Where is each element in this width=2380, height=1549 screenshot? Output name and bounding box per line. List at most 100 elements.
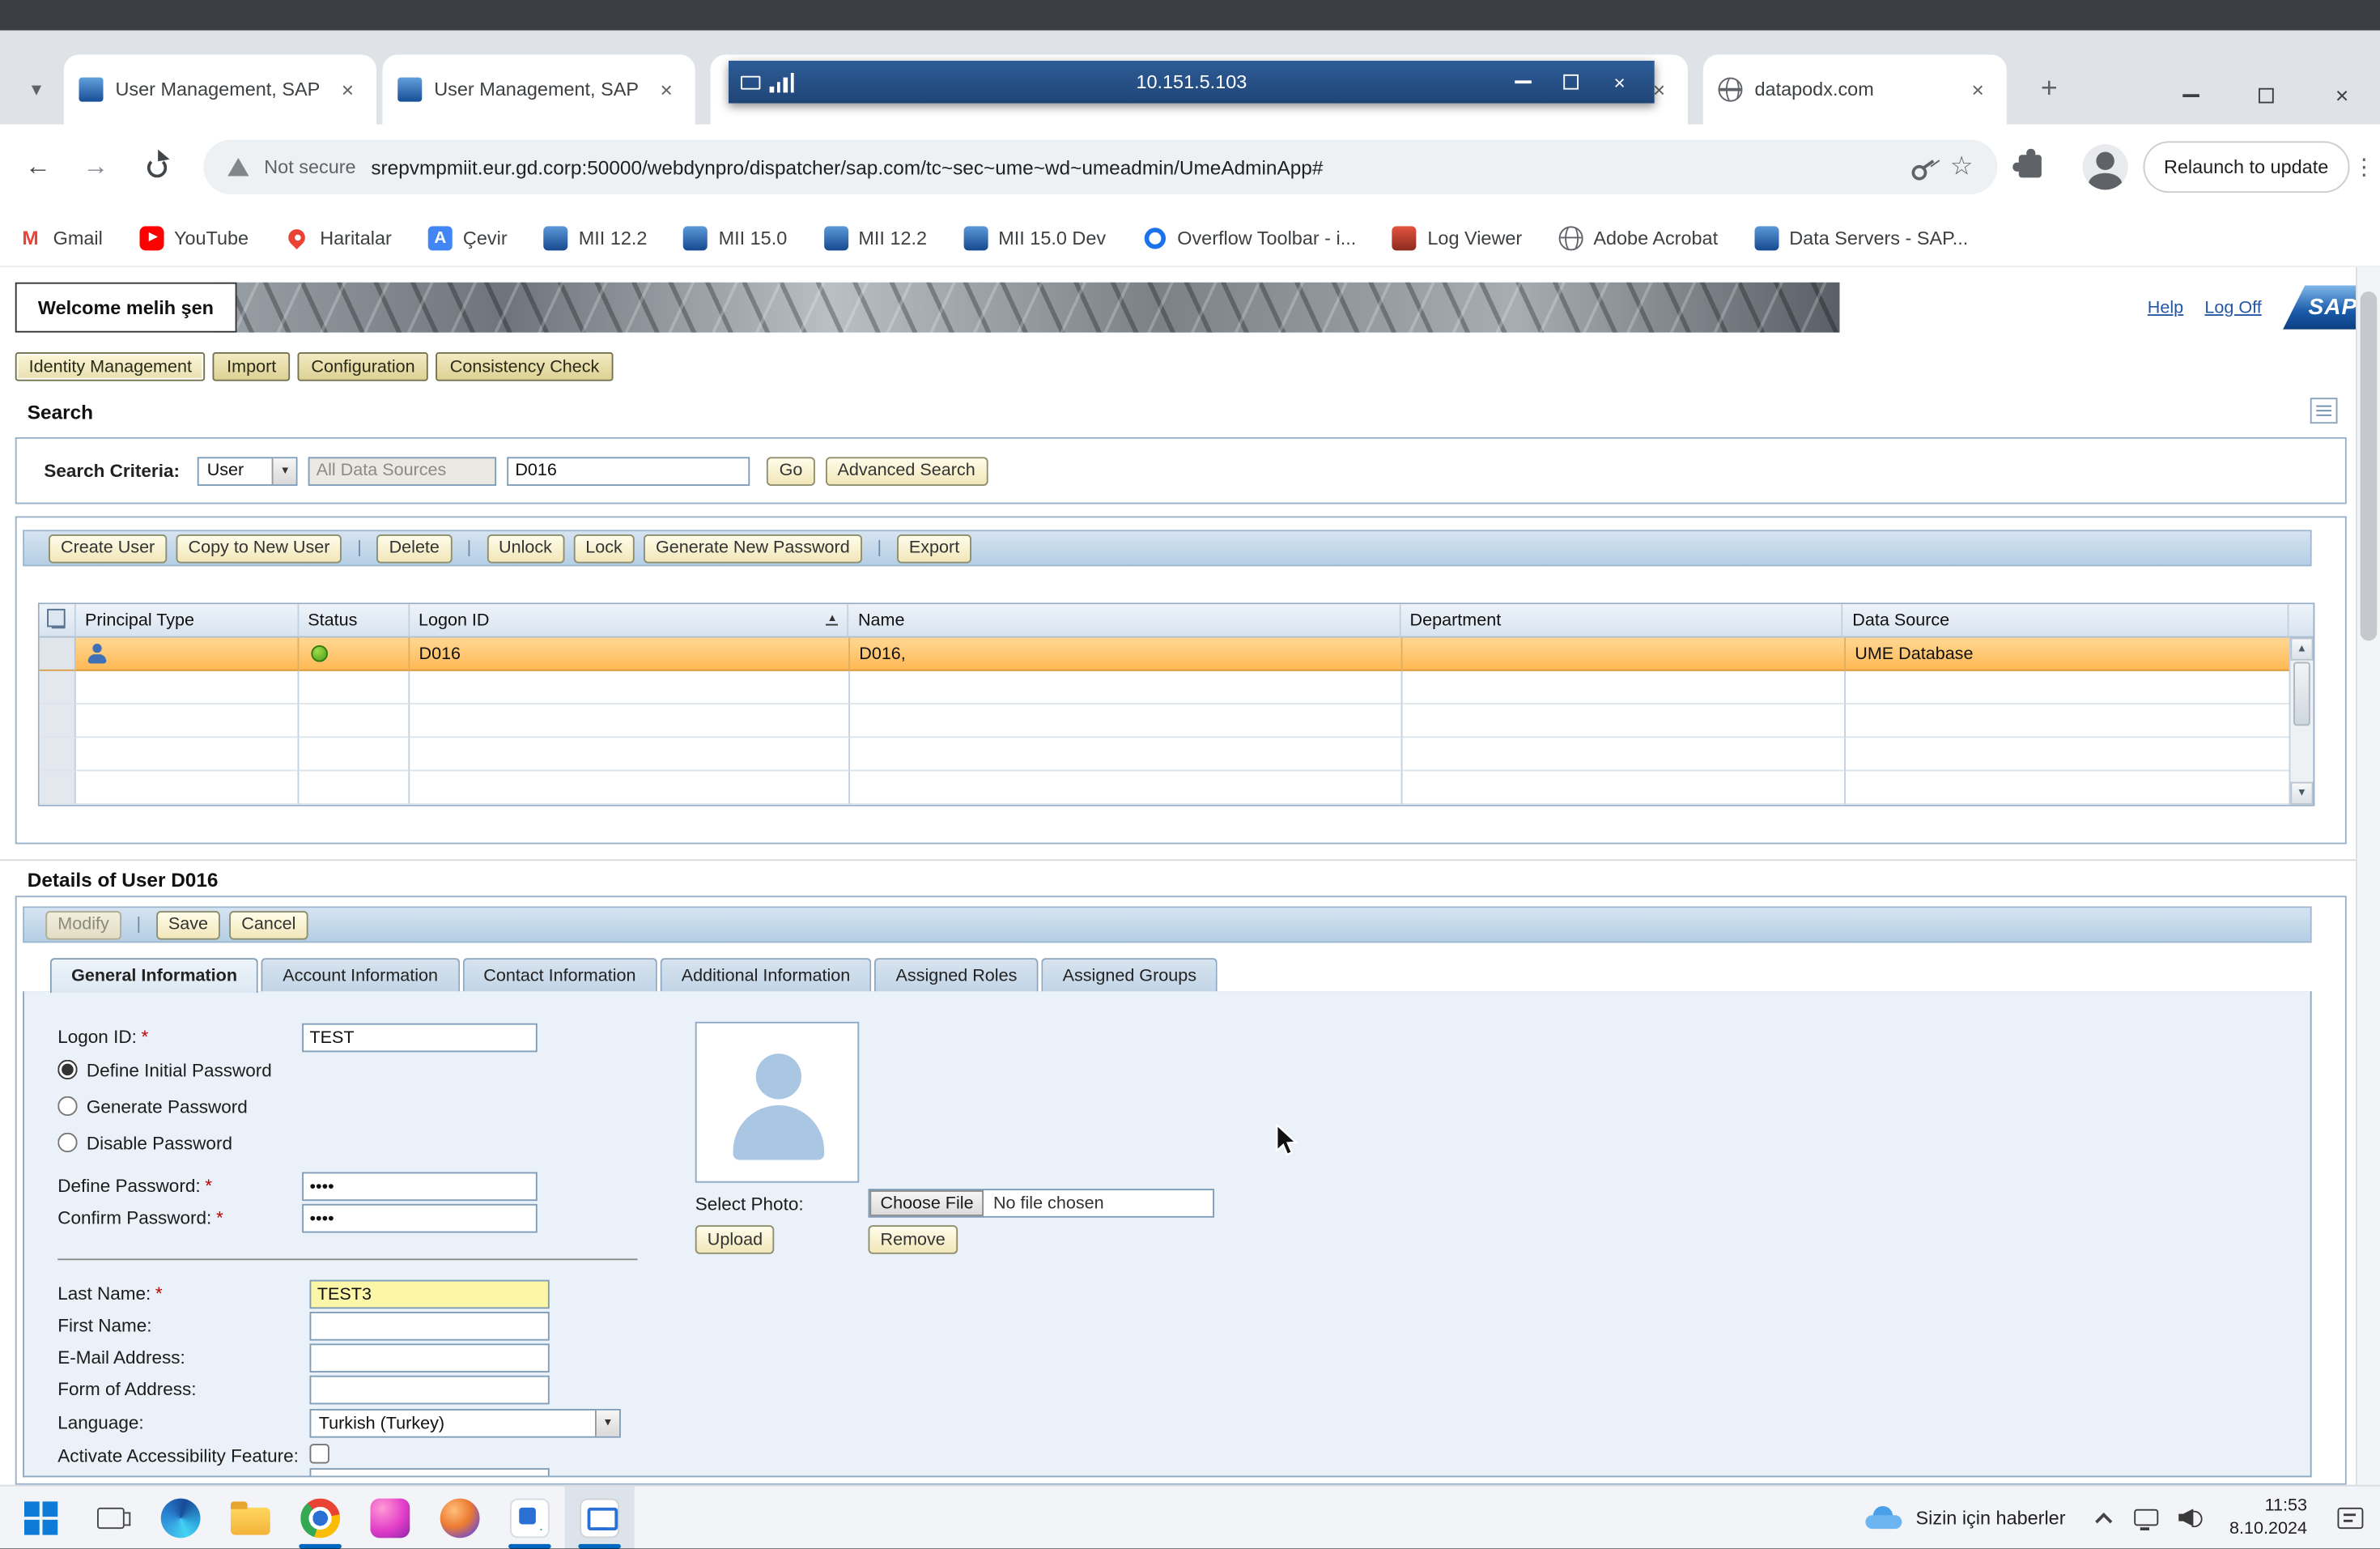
delete-button[interactable]: Delete: [377, 534, 452, 563]
mirror-window-titlebar[interactable]: 10.151.5.103 ×: [729, 61, 1655, 104]
forward-button[interactable]: →: [70, 141, 121, 193]
task-view-button[interactable]: [76, 1487, 146, 1549]
app-button-blue[interactable]: [495, 1487, 564, 1549]
bookmark-maps[interactable]: Haritalar: [285, 225, 392, 249]
start-button[interactable]: [6, 1487, 76, 1549]
unlock-button[interactable]: Unlock: [487, 534, 564, 563]
copy-to-new-user-button[interactable]: Copy to New User: [176, 534, 342, 563]
tab-general-information[interactable]: General Information: [50, 958, 258, 993]
advanced-search-button[interactable]: Advanced Search: [825, 456, 987, 485]
tab-assigned-roles[interactable]: Assigned Roles: [874, 958, 1038, 991]
extensions-icon[interactable]: [2019, 155, 2042, 177]
photo-file-input[interactable]: Choose File No file chosen: [869, 1189, 1215, 1218]
tab-assigned-groups[interactable]: Assigned Groups: [1041, 958, 1218, 991]
last-name-input[interactable]: [310, 1280, 550, 1309]
column-principal-type[interactable]: Principal Type: [76, 604, 299, 637]
close-button[interactable]: ×: [2304, 61, 2380, 130]
row-selector-cell[interactable]: [40, 638, 76, 671]
maximize-button[interactable]: [2229, 61, 2305, 130]
create-user-button[interactable]: Create User: [49, 534, 167, 563]
page-scrollbar[interactable]: [2356, 267, 2380, 1485]
taskbar-clock[interactable]: 11:53 8.10.2024: [2214, 1495, 2322, 1540]
mirror-close-button[interactable]: ×: [1597, 66, 1643, 99]
bookmark-star-icon[interactable]: ☆: [1950, 152, 1974, 183]
define-password-input[interactable]: [302, 1172, 538, 1202]
search-type-select[interactable]: User ▼: [198, 456, 298, 485]
news-widget[interactable]: Sizin için haberler: [1847, 1487, 2084, 1549]
select-all-cell[interactable]: [40, 604, 76, 637]
bookmark-mii122[interactable]: MII 12.2: [544, 225, 648, 249]
screen-mirror-button[interactable]: [565, 1487, 635, 1549]
bookmark-acrobat[interactable]: Adobe Acrobat: [1558, 225, 1718, 249]
minimize-button[interactable]: [2153, 61, 2229, 130]
column-data-source[interactable]: Data Source: [1843, 604, 2289, 637]
nav-tab-configuration[interactable]: Configuration: [298, 352, 429, 381]
edge-button[interactable]: [146, 1487, 215, 1549]
action-center-button[interactable]: [2323, 1487, 2378, 1549]
browser-tab-2[interactable]: User Management, SAP ×: [383, 55, 695, 125]
logon-id-input[interactable]: [302, 1023, 538, 1053]
define-initial-password-radio[interactable]: [57, 1060, 77, 1079]
app-button-pink[interactable]: [355, 1487, 425, 1549]
upload-button[interactable]: Upload: [695, 1225, 775, 1254]
go-button[interactable]: Go: [767, 456, 815, 485]
chrome-button[interactable]: [286, 1487, 355, 1549]
file-explorer-button[interactable]: [215, 1487, 285, 1549]
email-input[interactable]: [310, 1343, 550, 1372]
search-query-input[interactable]: [508, 456, 750, 485]
disable-password-radio[interactable]: [57, 1133, 77, 1152]
scrollbar-thumb[interactable]: [2361, 292, 2378, 640]
choose-file-button[interactable]: Choose File: [869, 1190, 984, 1216]
mirror-maximize-button[interactable]: [1549, 66, 1594, 99]
scroll-down-icon[interactable]: ▼: [2290, 782, 2313, 805]
tab-contact-information[interactable]: Contact Information: [462, 958, 657, 991]
remove-button[interactable]: Remove: [869, 1225, 958, 1254]
address-bar[interactable]: Not secure srepvmpmiit.eur.gd.corp:50000…: [203, 140, 1997, 195]
generate-new-password-button[interactable]: Generate New Password: [644, 534, 862, 563]
generate-password-radio[interactable]: [57, 1096, 77, 1116]
column-status[interactable]: Status: [299, 604, 410, 637]
bookmark-translate[interactable]: AÇevir: [428, 225, 508, 249]
tab-account-information[interactable]: Account Information: [261, 958, 459, 991]
table-row-selected[interactable]: D016 D016, UME Database: [40, 638, 2314, 671]
password-key-icon[interactable]: [1904, 149, 1940, 185]
partial-input[interactable]: [310, 1468, 550, 1477]
cancel-button[interactable]: Cancel: [229, 910, 308, 939]
url-text[interactable]: srepvmpmiit.eur.gd.corp:50000/webdynpro/…: [371, 155, 1893, 178]
scroll-up-icon[interactable]: ▲: [2290, 638, 2313, 661]
table-scrollbar[interactable]: ▲ ▼: [2289, 638, 2314, 805]
back-button[interactable]: ←: [12, 141, 64, 193]
bookmark-overflow-toolbar[interactable]: Overflow Toolbar - i...: [1142, 225, 1356, 249]
browser-tab-1[interactable]: User Management, SAP ×: [64, 55, 376, 125]
column-logon-id[interactable]: Logon ID ▲: [410, 604, 849, 637]
bookmark-data-servers[interactable]: Data Servers - SAP...: [1754, 225, 1968, 249]
nav-tab-import[interactable]: Import: [213, 352, 290, 381]
browser-tab-datapodx[interactable]: datapodx.com ×: [1703, 55, 2007, 125]
section-options-icon[interactable]: [2310, 398, 2338, 423]
language-select[interactable]: Turkish (Turkey) ▼: [310, 1409, 621, 1438]
nav-tab-identity-management[interactable]: Identity Management: [15, 352, 206, 381]
tab-close-icon[interactable]: ×: [652, 76, 680, 104]
logoff-link[interactable]: Log Off: [2204, 298, 2261, 317]
help-link[interactable]: Help: [2148, 298, 2183, 317]
accessibility-checkbox[interactable]: [310, 1444, 329, 1463]
lock-button[interactable]: Lock: [573, 534, 635, 563]
export-button[interactable]: Export: [897, 534, 971, 563]
column-department[interactable]: Department: [1400, 604, 1843, 637]
app-button-sphere[interactable]: [425, 1487, 495, 1549]
tab-search-chevron-icon[interactable]: ▾: [15, 68, 58, 111]
save-button[interactable]: Save: [156, 910, 220, 939]
security-label[interactable]: Not secure: [264, 156, 355, 177]
first-name-input[interactable]: [310, 1312, 550, 1341]
display-cast-button[interactable]: [2123, 1487, 2169, 1549]
tab-close-icon[interactable]: ×: [334, 76, 362, 104]
scrollbar-thumb[interactable]: [2293, 662, 2310, 726]
tray-overflow-button[interactable]: [2084, 1487, 2123, 1549]
volume-button[interactable]: [2169, 1487, 2214, 1549]
form-of-address-input[interactable]: [310, 1376, 550, 1405]
tab-close-icon[interactable]: ×: [1964, 76, 1991, 104]
browser-menu-icon[interactable]: ⋮: [2352, 153, 2375, 181]
reload-button[interactable]: [130, 141, 182, 193]
new-tab-button[interactable]: +: [2028, 68, 2071, 111]
nav-tab-consistency-check[interactable]: Consistency Check: [436, 352, 613, 381]
